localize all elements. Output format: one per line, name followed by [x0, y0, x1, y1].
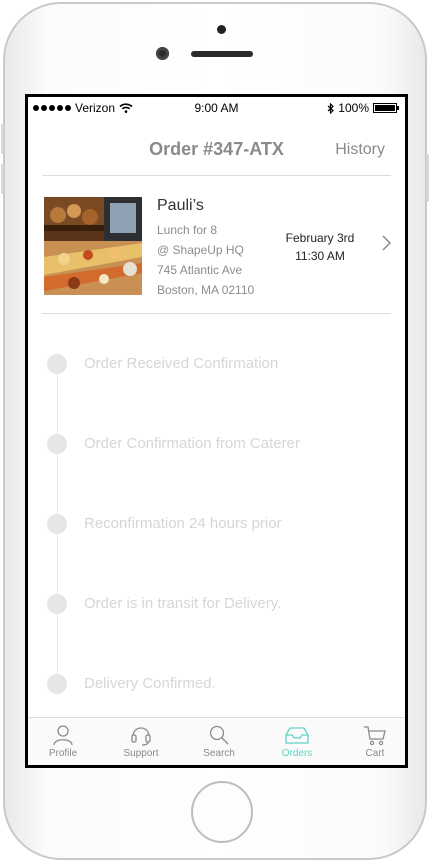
volume-down-button — [1, 164, 4, 194]
nav-header: Order #347-ATX History — [28, 119, 405, 175]
order-city: Boston, MA 02110 — [157, 283, 255, 297]
restaurant-name: Pauli’s — [157, 197, 204, 214]
order-divider — [42, 313, 391, 314]
tab-orders[interactable]: Orders — [267, 724, 327, 759]
tab-search[interactable]: Search — [189, 724, 249, 759]
tab-profile[interactable]: Profile — [33, 724, 93, 759]
step-dot — [47, 674, 67, 694]
step-label: Order is in transit for Delivery. — [84, 595, 282, 612]
timeline-step: Order Received Confirmation — [28, 349, 405, 379]
history-button[interactable]: History — [335, 141, 385, 159]
inbox-icon — [285, 727, 309, 744]
order-date: February 3rd — [285, 231, 355, 245]
timeline-step: Order Confirmation from Caterer — [28, 429, 405, 459]
battery-percent: 100% — [338, 101, 369, 115]
timeline-step: Order is in transit for Delivery. — [28, 589, 405, 619]
tab-cart[interactable]: Cart — [345, 724, 405, 759]
cart-icon — [364, 726, 386, 746]
tab-bar: Profile Support Search Orders Cart — [28, 717, 405, 765]
order-time: 11:30 AM — [295, 249, 345, 263]
volume-up-button — [1, 124, 4, 154]
tab-label: Profile — [48, 748, 78, 759]
headset-icon — [131, 727, 151, 746]
user-icon — [53, 725, 73, 746]
restaurant-photo — [44, 197, 142, 295]
tab-label: Orders — [281, 748, 313, 759]
order-street: 745 Atlantic Ave — [157, 263, 243, 277]
order-location: @ ShapeUp HQ — [157, 243, 244, 257]
status-bar: Verizon 9:00 AM 100% — [28, 97, 405, 119]
step-label: Order Received Confirmation — [84, 355, 279, 372]
step-dot — [47, 434, 67, 454]
order-summary-card[interactable]: Pauli’s Lunch for 8 @ ShapeUp HQ 745 Atl… — [28, 177, 405, 315]
search-icon — [209, 725, 229, 745]
screen: Verizon 9:00 AM 100% Order #347-ATX Hist… — [25, 94, 408, 768]
order-guests: Lunch for 8 — [157, 223, 218, 237]
step-label: Delivery Confirmed. — [84, 675, 216, 692]
bluetooth-icon — [327, 102, 335, 114]
step-label: Reconfirmation 24 hours prior — [84, 515, 282, 532]
front-camera — [156, 47, 169, 60]
header-divider — [42, 175, 391, 176]
tab-support[interactable]: Support — [111, 724, 171, 759]
chevron-right-icon[interactable] — [382, 235, 391, 251]
proximity-sensor — [217, 25, 226, 34]
step-dot — [47, 594, 67, 614]
order-status-timeline: Order Received Confirmation Order Confir… — [28, 315, 405, 720]
tab-label: Cart — [365, 748, 385, 759]
step-dot — [47, 354, 67, 374]
timeline-step: Delivery Confirmed. — [28, 669, 405, 699]
power-button — [426, 154, 429, 202]
tab-label: Search — [203, 748, 235, 759]
status-right: 100% — [327, 101, 399, 115]
step-label: Order Confirmation from Caterer — [84, 435, 300, 452]
earpiece-speaker — [191, 51, 253, 57]
order-datetime: February 3rd 11:30 AM — [275, 229, 365, 265]
step-dot — [47, 514, 67, 534]
home-button[interactable] — [191, 781, 253, 843]
timeline-step: Reconfirmation 24 hours prior — [28, 509, 405, 539]
battery-icon — [373, 103, 399, 113]
tab-label: Support — [123, 748, 159, 759]
